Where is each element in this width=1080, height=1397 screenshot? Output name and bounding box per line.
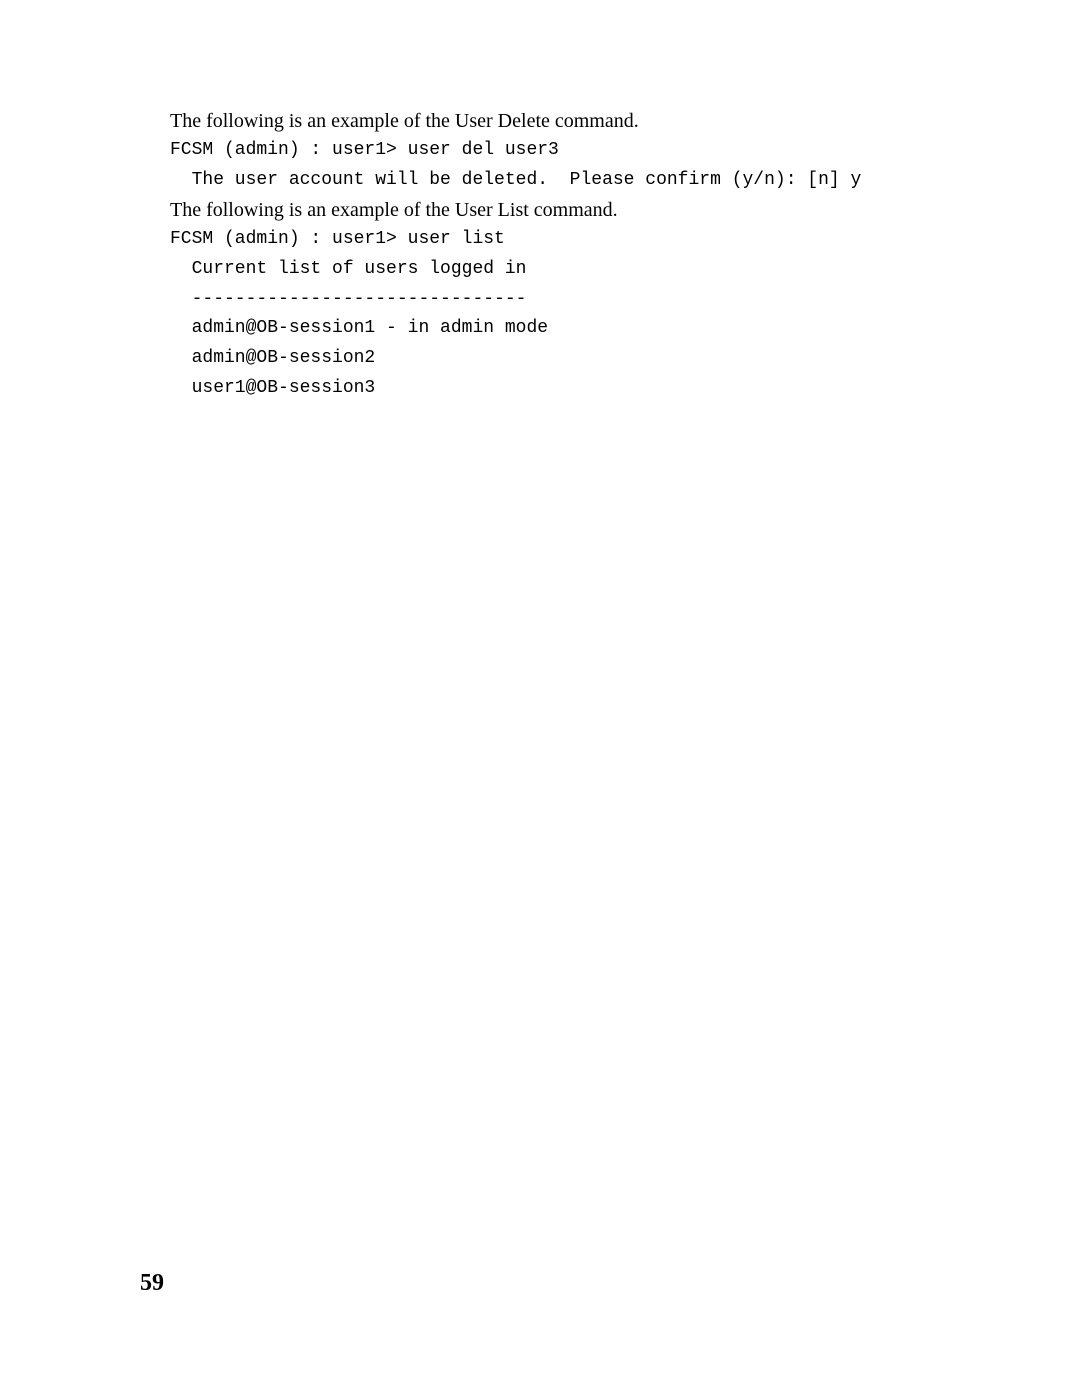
code-line: user1@OB-session3 bbox=[170, 375, 940, 403]
code-line: FCSM (admin) : user1> user list bbox=[170, 226, 940, 254]
code-line: Current list of users logged in bbox=[170, 256, 940, 284]
paragraph: The following is an example of the User … bbox=[170, 108, 940, 135]
page-number: 59 bbox=[140, 1270, 164, 1297]
code-line: admin@OB-session1 - in admin mode bbox=[170, 315, 940, 343]
content-block: The following is an example of the User … bbox=[170, 108, 940, 403]
code-line: ------------------------------- bbox=[170, 286, 940, 314]
code-line: admin@OB-session2 bbox=[170, 345, 940, 373]
code-line: The user account will be deleted. Please… bbox=[170, 167, 940, 195]
paragraph: The following is an example of the User … bbox=[170, 197, 940, 224]
document-page: The following is an example of the User … bbox=[0, 0, 1080, 1397]
code-line: FCSM (admin) : user1> user del user3 bbox=[170, 137, 940, 165]
